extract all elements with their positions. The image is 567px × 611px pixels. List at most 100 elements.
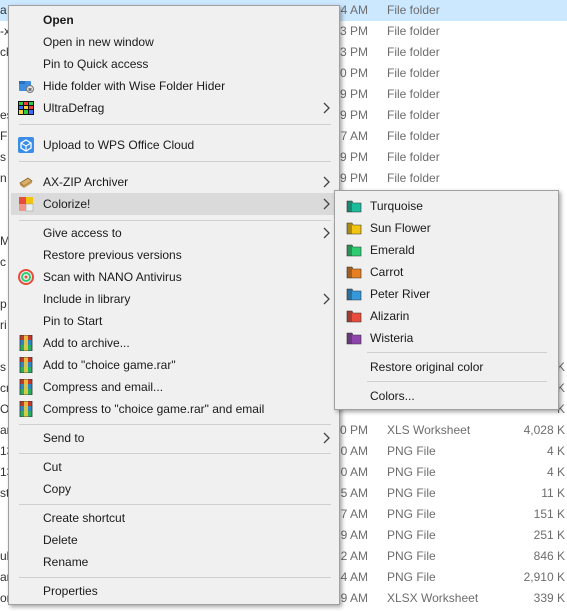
menu-item-color[interactable]: Carrot	[337, 261, 556, 283]
file-type: File folder	[387, 108, 440, 122]
file-type: File folder	[387, 171, 440, 185]
file-size: 4,028 K	[523, 423, 565, 437]
menu-item-label: Hide folder with Wise Folder Hider	[43, 79, 226, 93]
menu-item-delete[interactable]: Delete	[11, 529, 337, 551]
winrar-icon	[18, 356, 34, 374]
file-size: 846 K	[533, 549, 565, 563]
file-size: 11 K	[541, 486, 565, 500]
menu-item-label: Colors...	[370, 389, 415, 403]
file-name-fragment: cr	[0, 381, 8, 395]
menu-separator	[19, 124, 331, 125]
context-menu: Open Open in new window Pin to Quick acc…	[8, 5, 340, 605]
chevron-right-icon	[323, 197, 331, 211]
menu-item-label: Restore original color	[370, 360, 484, 374]
nano-antivirus-icon	[18, 269, 34, 285]
menu-item-pin-start[interactable]: Pin to Start	[11, 310, 337, 332]
menu-item-ax-zip[interactable]: AX-ZIP Archiver	[11, 171, 337, 193]
menu-item-compress-email[interactable]: Compress and email...	[11, 376, 337, 398]
chevron-right-icon	[323, 175, 331, 189]
folder-color-icon	[346, 198, 362, 214]
menu-item-add-archive[interactable]: Add to archive...	[11, 332, 337, 354]
menu-item-include-library[interactable]: Include in library	[11, 288, 337, 310]
menu-separator	[19, 453, 331, 454]
menu-item-compress-choice-email[interactable]: Compress to "choice game.rar" and email	[11, 398, 337, 420]
menu-item-send-to[interactable]: Send to	[11, 427, 337, 449]
menu-item-label: Delete	[43, 533, 78, 547]
folder-color-icon	[346, 220, 362, 236]
winrar-icon	[18, 400, 34, 418]
menu-item-ultradefrag[interactable]: UltraDefrag	[11, 97, 337, 119]
menu-item-label: Restore previous versions	[43, 248, 182, 262]
file-type: PNG File	[387, 549, 436, 563]
file-type: PNG File	[387, 486, 436, 500]
file-name-fragment: s	[0, 150, 6, 164]
menu-item-color[interactable]: Wisteria	[337, 327, 556, 349]
menu-item-label: Compress to "choice game.rar" and email	[43, 402, 265, 416]
menu-item-label: Create shortcut	[43, 511, 126, 525]
file-type: File folder	[387, 24, 440, 38]
file-name-fragment: es	[0, 108, 8, 122]
submenu-separator	[367, 352, 547, 353]
menu-item-restore-color[interactable]: Restore original color	[337, 356, 556, 378]
menu-item-label: Turquoise	[370, 199, 423, 213]
folder-color-icon	[346, 264, 362, 280]
menu-item-upload-wps[interactable]: Upload to WPS Office Cloud	[11, 134, 337, 156]
menu-item-open[interactable]: Open	[11, 9, 337, 31]
file-name-fragment: s	[0, 360, 6, 374]
folder-color-icon	[346, 308, 362, 324]
menu-separator	[19, 577, 331, 578]
folder-color-icon	[346, 242, 362, 258]
menu-item-restore-versions[interactable]: Restore previous versions	[11, 244, 337, 266]
file-type: File folder	[387, 66, 440, 80]
file-type: XLSX Worksheet	[387, 591, 479, 605]
menu-item-colorize[interactable]: Colorize!	[11, 193, 337, 215]
menu-item-color[interactable]: Turquoise	[337, 195, 556, 217]
menu-item-label: Open in new window	[43, 35, 154, 49]
menu-item-properties[interactable]: Properties	[11, 580, 337, 602]
file-name-fragment: n	[0, 171, 7, 185]
menu-item-label: Add to "choice game.rar"	[43, 358, 176, 372]
menu-item-label: Scan with NANO Antivirus	[43, 270, 182, 284]
file-name-fragment: 13	[0, 444, 8, 458]
menu-item-copy[interactable]: Copy	[11, 478, 337, 500]
file-type: PNG File	[387, 444, 436, 458]
menu-item-give-access[interactable]: Give access to	[11, 222, 337, 244]
file-size: 4 K	[546, 465, 565, 479]
winrar-icon	[18, 378, 34, 396]
menu-item-open-new-window[interactable]: Open in new window	[11, 31, 337, 53]
menu-item-pin-quick-access[interactable]: Pin to Quick access	[11, 53, 337, 75]
menu-item-color[interactable]: Alizarin	[337, 305, 556, 327]
menu-item-label: Give access to	[43, 226, 122, 240]
menu-item-color[interactable]: Emerald	[337, 239, 556, 261]
menu-item-create-shortcut[interactable]: Create shortcut	[11, 507, 337, 529]
colorize-icon	[18, 196, 34, 212]
ax-zip-icon	[18, 174, 34, 190]
menu-item-label: Carrot	[370, 265, 404, 279]
menu-item-label: Cut	[43, 460, 62, 474]
menu-item-cut[interactable]: Cut	[11, 456, 337, 478]
file-type: PNG File	[387, 528, 436, 542]
menu-item-label: Upload to WPS Office Cloud	[43, 138, 195, 152]
menu-item-color[interactable]: Peter River	[337, 283, 556, 305]
menu-item-label: Peter River	[370, 287, 431, 301]
file-name-fragment: -x	[0, 24, 8, 38]
menu-item-label: Rename	[43, 555, 89, 569]
file-type: PNG File	[387, 570, 436, 584]
wps-cloud-icon	[18, 137, 34, 153]
menu-item-rename[interactable]: Rename	[11, 551, 337, 573]
chevron-right-icon	[323, 226, 331, 240]
file-size: 251 K	[533, 528, 565, 542]
file-type: File folder	[387, 150, 440, 164]
menu-item-color[interactable]: Sun Flower	[337, 217, 556, 239]
colorize-submenu: Turquoise Sun Flower Emerald Carrot Peter Ri…	[334, 190, 559, 410]
chevron-right-icon	[323, 431, 331, 445]
menu-item-scan-nano[interactable]: Scan with NANO Antivirus	[11, 266, 337, 288]
menu-item-label: Wisteria	[370, 331, 414, 345]
folder-color-icon	[346, 286, 362, 302]
menu-item-hide-folder[interactable]: Hide folder with Wise Folder Hider	[11, 75, 337, 97]
menu-separator	[19, 161, 331, 162]
file-type: File folder	[387, 129, 440, 143]
menu-item-colors-dialog[interactable]: Colors...	[337, 385, 556, 407]
menu-item-label: AX-ZIP Archiver	[43, 175, 129, 189]
menu-item-add-choice-rar[interactable]: Add to "choice game.rar"	[11, 354, 337, 376]
